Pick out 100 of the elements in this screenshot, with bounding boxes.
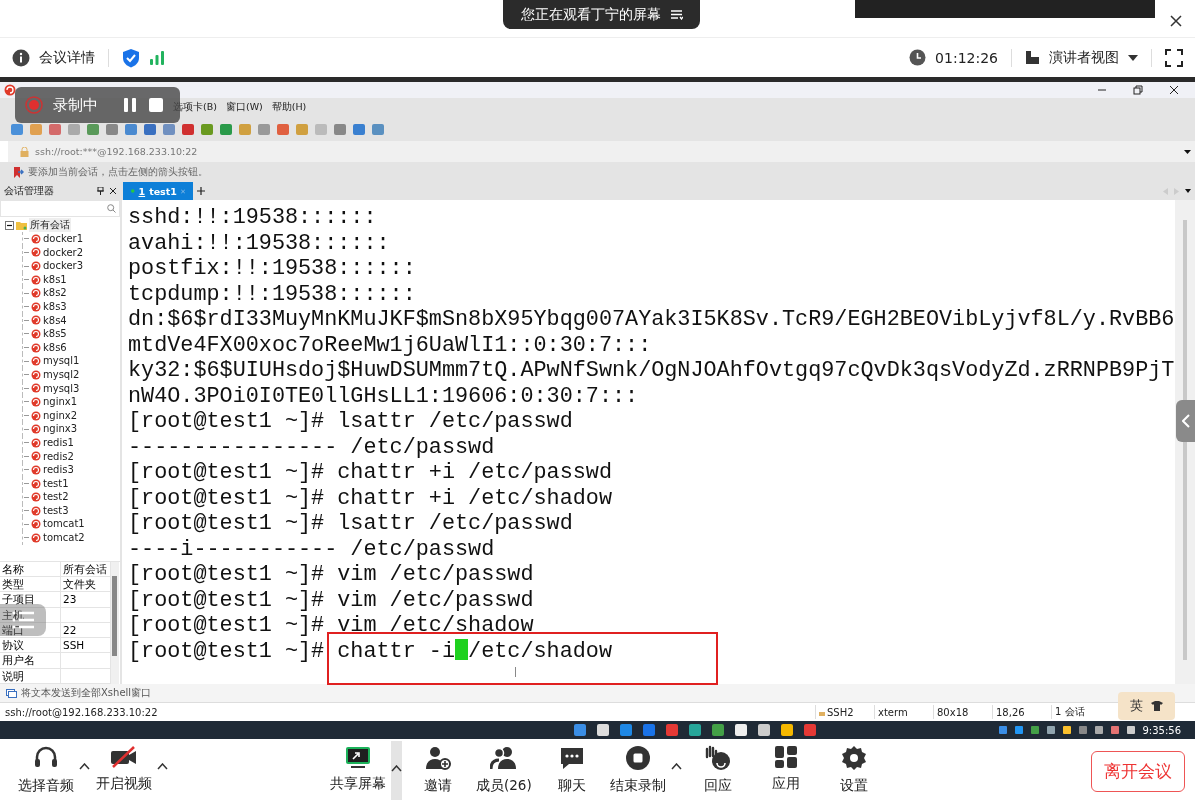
toolbar-icon[interactable] (276, 122, 290, 136)
pin-icon[interactable] (97, 187, 104, 195)
tree-item[interactable]: redis1 (43, 435, 74, 450)
send-to-all-text[interactable]: 将文本发送到全部Xshell窗口 (21, 686, 152, 700)
caret-icon[interactable] (1128, 54, 1138, 61)
close-icon[interactable] (1169, 85, 1179, 95)
shirt-icon[interactable] (1151, 701, 1163, 711)
toolbar-icon[interactable] (200, 122, 214, 136)
fullscreen-icon[interactable] (1165, 48, 1183, 67)
tree-item[interactable]: nginx1 (43, 395, 78, 409)
scrollbar-thumb[interactable] (1183, 220, 1187, 660)
tray-icon[interactable] (1062, 725, 1073, 735)
meeting-control-button[interactable]: 聊天 (555, 739, 588, 799)
meeting-control-button[interactable]: 回应 (701, 739, 734, 799)
stop-icon[interactable] (148, 97, 164, 113)
menu-item[interactable]: 帮助(H) (271, 101, 307, 114)
tree-item[interactable]: nginx2 (43, 408, 78, 423)
tree-item[interactable]: test1 (43, 476, 69, 491)
ime-mode[interactable]: 英 (1130, 697, 1143, 715)
app-icon[interactable] (757, 723, 771, 737)
app-icon[interactable] (780, 723, 794, 737)
tree-item[interactable]: k8s3 (43, 300, 67, 314)
tree-item[interactable]: redis3 (43, 463, 74, 477)
side-handle[interactable] (1176, 400, 1195, 442)
tree-item[interactable]: docker2 (43, 245, 84, 260)
meeting-control-button[interactable]: 开启视频 (94, 739, 154, 799)
leave-meeting-button[interactable]: 离开会议 (1091, 750, 1185, 792)
tree-item[interactable]: k8s1 (43, 272, 67, 287)
toolbar-icon[interactable] (29, 122, 43, 136)
meeting-control-button[interactable]: 成员(26) (474, 739, 534, 799)
meeting-control-button[interactable]: 应用 (769, 739, 802, 799)
input-method-widget[interactable]: 英 (1118, 692, 1175, 720)
meeting-control-button[interactable]: 共享屏幕 (328, 739, 388, 799)
tray-icon[interactable] (1014, 725, 1025, 735)
toolbar-icon[interactable] (124, 122, 138, 136)
toolbar-icon[interactable] (67, 122, 81, 136)
meeting-control-button[interactable]: 结束录制 (607, 739, 668, 799)
menu-item[interactable]: 窗口(W) (225, 101, 263, 114)
toolbar-icon[interactable] (181, 122, 195, 136)
toolbar-icon[interactable] (219, 122, 233, 136)
meeting-details-link[interactable]: 会议详情 (39, 48, 95, 67)
bookmark-arrow-icon[interactable] (13, 166, 24, 178)
terminal-panel[interactable] (122, 200, 1175, 684)
tree-item[interactable]: test2 (43, 490, 69, 504)
taskbar-clock[interactable]: 9:35:56 (1142, 724, 1181, 736)
speaker-view-dropdown[interactable]: 演讲者视图 (1049, 48, 1119, 67)
tree-item[interactable]: k8s6 (43, 340, 67, 355)
tree-item[interactable]: tomcat1 (43, 517, 85, 532)
layout-icon[interactable] (1025, 50, 1040, 65)
tray-icon[interactable] (1046, 725, 1057, 735)
tree-item[interactable]: k8s5 (43, 327, 67, 341)
tree-item[interactable]: tomcat2 (43, 531, 85, 545)
meeting-control-button[interactable]: 设置 (837, 739, 870, 799)
toolbar-icon[interactable] (10, 122, 24, 136)
meeting-control-button[interactable]: 邀请 (422, 739, 454, 799)
signal-icon[interactable] (149, 49, 165, 66)
tree-item[interactable]: mysql2 (43, 367, 80, 382)
search-field[interactable] (0, 200, 120, 218)
windows-icon[interactable] (6, 688, 17, 698)
tree-item[interactable]: k8s2 (43, 286, 67, 300)
toolbar-icon[interactable] (48, 122, 62, 136)
caret-icon[interactable] (1184, 149, 1191, 154)
toolbar-icon[interactable] (86, 122, 100, 136)
tree-item[interactable]: test3 (43, 503, 69, 518)
tray-icon[interactable] (1126, 725, 1137, 735)
caret-icon[interactable] (157, 763, 168, 770)
app-icon[interactable] (734, 723, 748, 737)
info-icon[interactable] (12, 48, 30, 67)
caret-icon[interactable] (79, 763, 90, 770)
scrollbar-thumb[interactable] (112, 575, 117, 656)
add-tab-icon[interactable] (196, 186, 206, 196)
tray-icon[interactable] (1078, 725, 1089, 735)
restore-icon[interactable] (1133, 85, 1143, 95)
session-tab[interactable]: 1 test1 (123, 182, 193, 200)
tree-item[interactable]: mysql1 (43, 354, 80, 368)
tree-item[interactable]: 所有会话 (29, 218, 71, 232)
toolbar-icon[interactable] (333, 122, 347, 136)
toolbar-icon[interactable] (143, 122, 157, 136)
expander-icon[interactable] (5, 220, 14, 230)
caret-icon[interactable] (1185, 189, 1191, 193)
shield-icon[interactable] (122, 47, 140, 68)
toolbar-icon[interactable] (352, 122, 366, 136)
app-icon[interactable] (596, 723, 610, 737)
tray-icon[interactable] (1030, 725, 1041, 735)
tree-item[interactable]: k8s4 (43, 313, 67, 328)
close-icon[interactable] (1169, 14, 1183, 28)
tree-item[interactable]: docker1 (43, 232, 84, 246)
menu-icon[interactable] (669, 9, 683, 20)
tray-icon[interactable] (1110, 725, 1121, 735)
tray-icon[interactable] (998, 725, 1009, 735)
toolbar-icon[interactable] (105, 122, 119, 136)
floating-menu-button[interactable] (0, 604, 46, 636)
toolbar-icon[interactable] (371, 122, 385, 136)
tray-icon[interactable] (1094, 725, 1105, 735)
caret-icon[interactable] (670, 763, 682, 770)
tree-item[interactable]: nginx3 (43, 422, 78, 436)
meeting-control-button[interactable]: 选择音频 (16, 739, 76, 799)
pause-icon[interactable] (122, 97, 138, 113)
toolbar-icon[interactable] (162, 122, 176, 136)
close-icon[interactable] (110, 188, 116, 194)
